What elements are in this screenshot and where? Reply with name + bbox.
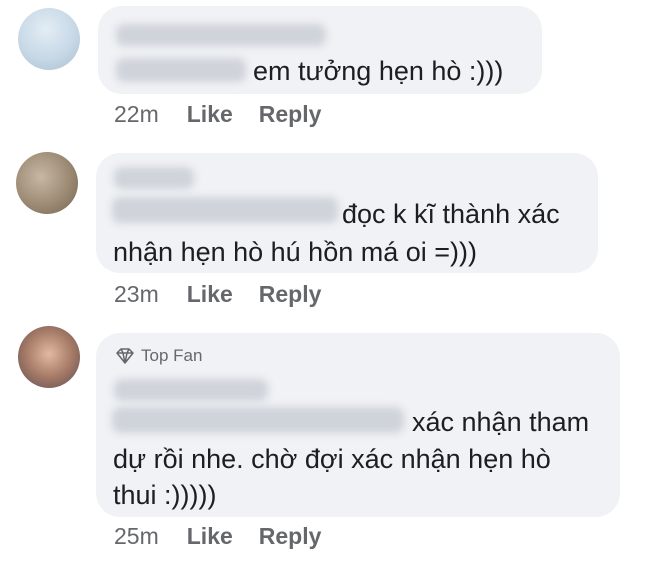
blurred-author-name [114, 379, 268, 401]
top-fan-label: Top Fan [141, 346, 203, 365]
commenter-avatar[interactable] [18, 326, 80, 388]
comment-actions: 22m Like Reply [114, 101, 321, 128]
blurred-author-name [116, 24, 326, 46]
comment-text-line: thui :))))) [113, 480, 217, 510]
commenter-avatar[interactable] [16, 152, 78, 214]
like-button[interactable]: Like [187, 523, 233, 550]
reply-button[interactable]: Reply [259, 523, 322, 550]
blurred-mention [116, 58, 246, 82]
comment-text-line: dự rồi nhe. chờ đợi xác nhận hẹn hò [113, 444, 551, 474]
blurred-mention [112, 407, 404, 433]
comment-actions: 23m Like Reply [114, 281, 321, 308]
comment-timestamp: 22m [114, 101, 159, 127]
like-button[interactable]: Like [187, 281, 233, 308]
commenter-avatar[interactable] [18, 8, 80, 70]
comment-timestamp: 25m [114, 523, 159, 549]
reply-button[interactable]: Reply [259, 281, 322, 308]
top-fan-badge: Top Fan [115, 346, 202, 366]
comment-actions: 25m Like Reply [114, 523, 321, 550]
blurred-author-name [114, 167, 194, 189]
blurred-mention [112, 197, 338, 223]
comment-text: em tưởng hẹn hò :))) [253, 56, 504, 86]
reply-button[interactable]: Reply [259, 101, 322, 128]
comment-timestamp: 23m [114, 281, 159, 307]
comment-text-line: xác nhận tham [412, 407, 590, 437]
diamond-icon [116, 348, 134, 364]
comment-text-line: đọc k kĩ thành xác [342, 199, 560, 229]
comment-text-line: nhận hẹn hò hú hồn má oi =))) [113, 237, 477, 267]
like-button[interactable]: Like [187, 101, 233, 128]
